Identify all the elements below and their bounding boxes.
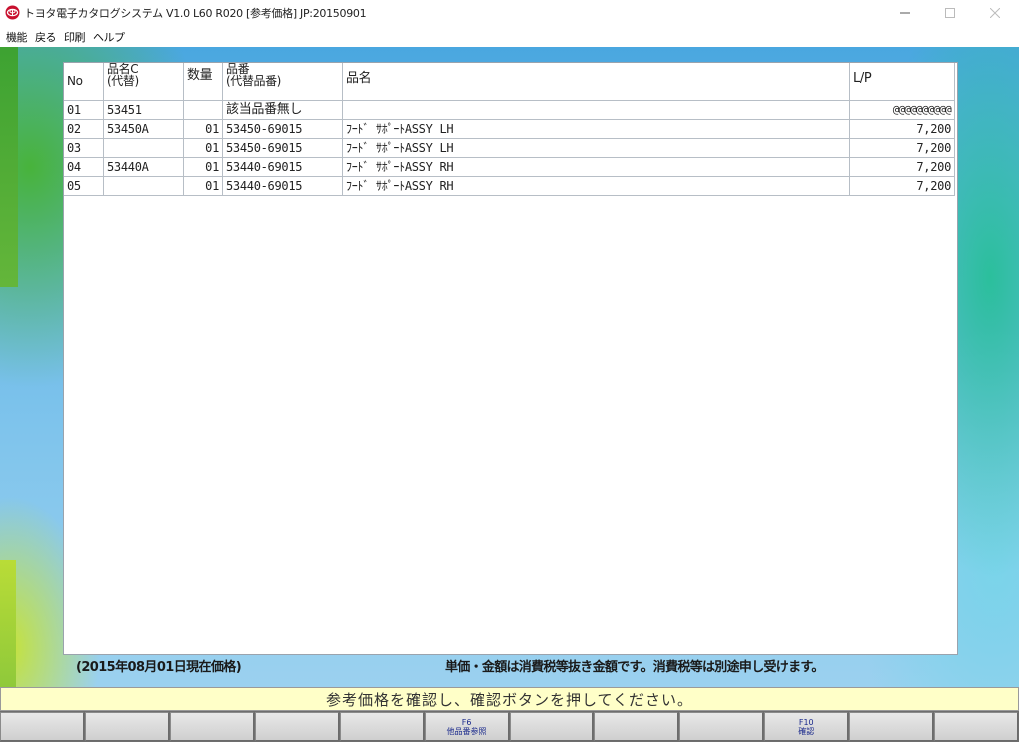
cell-quantity bbox=[183, 100, 223, 120]
cell-no: 04 bbox=[64, 157, 104, 177]
table-header-row: No 品名C (代替) 数量 品番 (代替品番) 品名 L/P bbox=[64, 63, 955, 101]
close-icon bbox=[990, 8, 1000, 18]
cell-part-name: ﾌｰﾄﾞ ｻﾎﾟｰﾄASSY RH bbox=[342, 176, 850, 196]
table-row[interactable]: 01 53451 該当品番無し @@@@@@@@@@ bbox=[64, 100, 955, 120]
parts-table: No 品名C (代替) 数量 品番 (代替品番) 品名 L/P 01 53451… bbox=[64, 63, 955, 196]
toyota-logo-icon bbox=[5, 5, 20, 20]
cell-quantity: 01 bbox=[183, 138, 223, 158]
header-quantity: 数量 bbox=[183, 63, 223, 101]
menu-bar: 機能 戻る 印刷 ヘルプ bbox=[0, 27, 1019, 47]
header-part-code-line2: (代替) bbox=[107, 74, 139, 88]
maximize-icon bbox=[945, 8, 955, 18]
fkey-f11-button[interactable] bbox=[849, 712, 934, 741]
cell-part-number: 53450-69015 bbox=[222, 138, 343, 158]
cell-list-price: @@@@@@@@@@ bbox=[849, 100, 955, 120]
background-strip-green bbox=[0, 47, 18, 287]
cell-no: 03 bbox=[64, 138, 104, 158]
fkey-f8-button[interactable] bbox=[594, 712, 679, 741]
menu-back[interactable]: 戻る bbox=[35, 29, 57, 45]
cell-no: 02 bbox=[64, 119, 104, 139]
header-part-number-line2: (代替品番) bbox=[226, 74, 281, 88]
cell-part-code bbox=[103, 138, 184, 158]
cell-list-price: 7,200 bbox=[849, 138, 955, 158]
fkey-f12-button[interactable] bbox=[934, 712, 1019, 741]
cell-list-price: 7,200 bbox=[849, 119, 955, 139]
header-part-code: 品名C (代替) bbox=[103, 63, 184, 101]
minimize-button[interactable] bbox=[882, 0, 928, 26]
cell-quantity: 01 bbox=[183, 157, 223, 177]
parts-table-panel: No 品名C (代替) 数量 品番 (代替品番) 品名 L/P 01 53451… bbox=[63, 62, 958, 655]
menu-function[interactable]: 機能 bbox=[6, 29, 28, 45]
header-part-name: 品名 bbox=[342, 63, 850, 101]
cell-part-number: 53440-69015 bbox=[222, 157, 343, 177]
fkey-f3-button[interactable] bbox=[169, 712, 254, 741]
title-bar: トヨタ電子カタログシステム V1.0 L60 R020 [参考価格] JP:20… bbox=[0, 0, 1019, 26]
fkey-number: F6 bbox=[461, 717, 472, 727]
fkey-f2-button[interactable] bbox=[84, 712, 169, 741]
other-part-number-button[interactable]: F6 他品番参照 bbox=[424, 712, 509, 741]
menu-help[interactable]: ヘルプ bbox=[93, 29, 125, 45]
background-strip-lime bbox=[0, 560, 16, 687]
cell-part-name: ﾌｰﾄﾞ ｻﾎﾟｰﾄASSY RH bbox=[342, 157, 850, 177]
maximize-button[interactable] bbox=[927, 0, 973, 26]
cell-list-price: 7,200 bbox=[849, 176, 955, 196]
cell-part-code: 53450A bbox=[103, 119, 184, 139]
minimize-icon bbox=[900, 12, 910, 14]
cell-part-code: 53440A bbox=[103, 157, 184, 177]
cell-quantity: 01 bbox=[183, 119, 223, 139]
cell-part-name: ﾌｰﾄﾞ ｻﾎﾟｰﾄASSY LH bbox=[342, 119, 850, 139]
status-message: 参考価格を確認し、確認ボタンを押してください。 bbox=[0, 687, 1019, 711]
table-row[interactable]: 03 01 53450-69015 ﾌｰﾄﾞ ｻﾎﾟｰﾄASSY LH 7,20… bbox=[64, 138, 955, 158]
fkey-f4-button[interactable] bbox=[254, 712, 339, 741]
menu-print[interactable]: 印刷 bbox=[64, 29, 86, 45]
table-row[interactable]: 02 53450A 01 53450-69015 ﾌｰﾄﾞ ｻﾎﾟｰﾄASSY … bbox=[64, 119, 955, 139]
cell-list-price: 7,200 bbox=[849, 157, 955, 177]
cell-part-code bbox=[103, 176, 184, 196]
cell-part-number: 53440-69015 bbox=[222, 176, 343, 196]
cell-part-name bbox=[342, 100, 850, 120]
cell-part-name: ﾌｰﾄﾞ ｻﾎﾟｰﾄASSY LH bbox=[342, 138, 850, 158]
cell-no: 05 bbox=[64, 176, 104, 196]
cell-part-number: 53450-69015 bbox=[222, 119, 343, 139]
fkey-f9-button[interactable] bbox=[679, 712, 764, 741]
fkey-f1-button[interactable] bbox=[0, 712, 84, 741]
price-date-note: (2015年08月01日現在価格) bbox=[76, 660, 242, 675]
function-key-bar: F6 他品番参照 F10 確認 bbox=[0, 711, 1019, 742]
confirm-button[interactable]: F10 確認 bbox=[764, 712, 849, 741]
close-button[interactable] bbox=[972, 0, 1018, 26]
fkey-number: F10 bbox=[798, 717, 814, 727]
header-no: No bbox=[64, 63, 104, 101]
tax-note: 単価・金額は消費税等抜き金額です。消費税等は別途申し受けます。 bbox=[445, 660, 824, 675]
fkey-label: 確認 bbox=[798, 726, 815, 736]
window-title: トヨタ電子カタログシステム V1.0 L60 R020 [参考価格] JP:20… bbox=[24, 7, 367, 20]
cell-quantity: 01 bbox=[183, 176, 223, 196]
table-row[interactable]: 05 01 53440-69015 ﾌｰﾄﾞ ｻﾎﾟｰﾄASSY RH 7,20… bbox=[64, 176, 955, 196]
header-part-number: 品番 (代替品番) bbox=[222, 63, 343, 101]
cell-part-code: 53451 bbox=[103, 100, 184, 120]
table-row[interactable]: 04 53440A 01 53440-69015 ﾌｰﾄﾞ ｻﾎﾟｰﾄASSY … bbox=[64, 157, 955, 177]
header-list-price: L/P bbox=[849, 63, 955, 101]
fkey-f7-button[interactable] bbox=[509, 712, 594, 741]
fkey-f5-button[interactable] bbox=[339, 712, 424, 741]
cell-part-number: 該当品番無し bbox=[222, 100, 343, 120]
fkey-label: 他品番参照 bbox=[446, 726, 487, 736]
cell-no: 01 bbox=[64, 100, 104, 120]
